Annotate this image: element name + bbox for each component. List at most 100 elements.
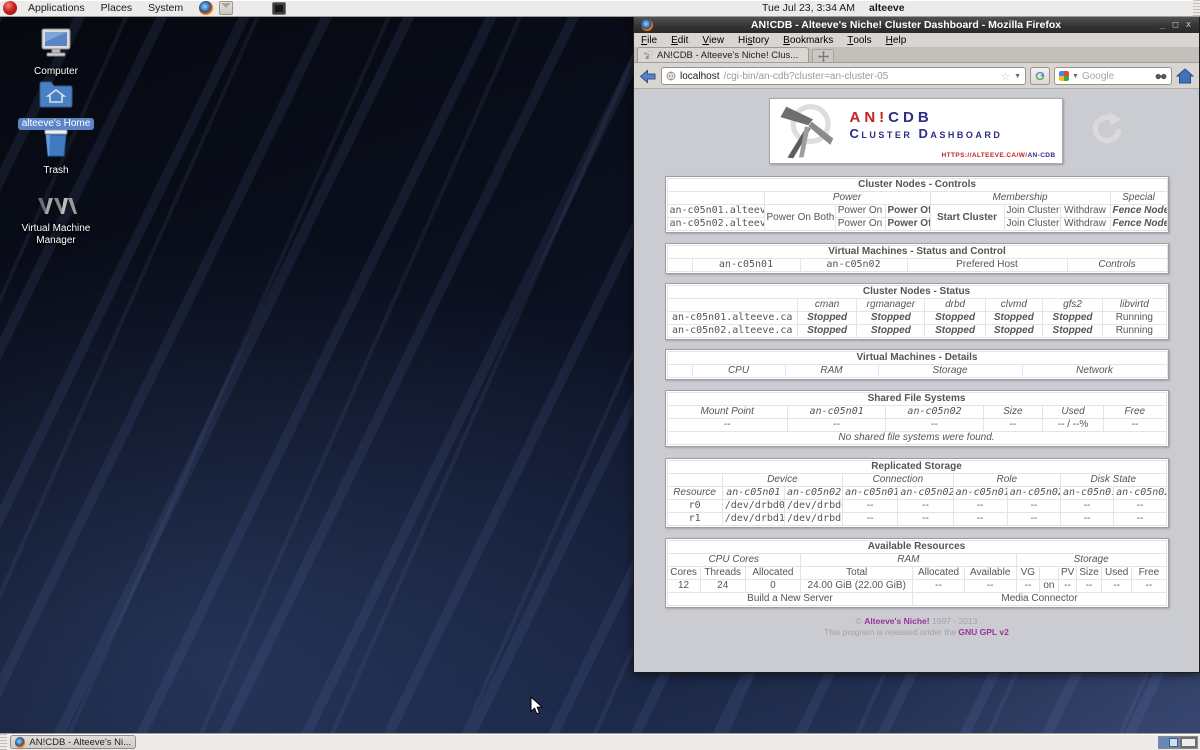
search-input[interactable]: [1082, 71, 1152, 82]
table-cell: 0: [745, 580, 800, 593]
desktop-icon-computer[interactable]: Computer: [10, 28, 102, 78]
table-cell: clvmd: [985, 299, 1042, 312]
mouse-cursor: [530, 696, 544, 716]
table-cell: RAM: [785, 365, 878, 378]
table-cell: -- / --%: [1042, 419, 1103, 432]
home-button[interactable]: [1176, 68, 1194, 84]
fence-node-button[interactable]: Fence Node: [1110, 218, 1167, 231]
table-cell: Running: [1103, 312, 1166, 325]
window-titlebar[interactable]: AN!CDB - Alteeve's Niche! Cluster Dashbo…: [634, 16, 1199, 33]
desktop-icon-home[interactable]: alteeve's Home: [10, 80, 102, 131]
desktop: ApplicationsPlacesSystem Tue Jul 23, 3:3…: [0, 0, 1200, 750]
table-cell: an-c05n01: [843, 487, 898, 500]
panel-user[interactable]: alteeve: [869, 2, 905, 14]
workspace-1[interactable]: [1159, 737, 1179, 748]
refresh-dashboard-button[interactable]: [1089, 110, 1125, 148]
home-folder-icon: [38, 80, 74, 108]
media-connector-button[interactable]: Media Connector: [913, 593, 1166, 606]
withdraw-button[interactable]: Withdraw: [1060, 218, 1110, 231]
tab-title: AN!CDB - Alteeve's Niche! Clus...: [657, 50, 798, 61]
withdraw-button[interactable]: Withdraw: [1060, 205, 1110, 218]
logo-title: AN!CDB: [850, 109, 1003, 126]
taskbar-grip[interactable]: [0, 734, 7, 750]
table-cell: an-c05n02: [898, 487, 953, 500]
table-cell: Free: [1132, 567, 1166, 580]
table-cell: --: [1007, 500, 1060, 513]
table-cell: PV: [1058, 567, 1076, 580]
table-cell: Storage: [878, 365, 1022, 378]
dashboard-logo: AN!CDB Cluster Dashboard HTTPS://ALTEEVE…: [769, 98, 1063, 164]
plus-icon: [818, 51, 829, 62]
desktop-icon-trash[interactable]: Trash: [10, 128, 102, 177]
power-on-button[interactable]: Power On: [835, 205, 885, 218]
vm-status-table: Virtual Machines - Status and Controlan-…: [665, 243, 1169, 274]
tab-bar: AN!CDB - Alteeve's Niche! Clus...: [634, 47, 1199, 63]
reload-button[interactable]: [1030, 67, 1050, 85]
power-off-button[interactable]: Power Off: [885, 205, 930, 218]
power-on-both-button[interactable]: Power On Both: [764, 205, 835, 231]
menu-help[interactable]: Help: [879, 33, 914, 47]
power-off-button[interactable]: Power Off: [885, 218, 930, 231]
table-cell: Replicated Storage: [667, 461, 1166, 474]
maximize-button[interactable]: □: [1169, 20, 1182, 30]
task-button[interactable]: AN!CDB - Alteeve's Ni...: [10, 735, 136, 749]
table-cell: an-c05n01.alteeve.ca: [667, 205, 764, 218]
desktop-icon-vmm[interactable]: Virtual Machine Manager: [10, 196, 102, 246]
table-cell: Resource: [667, 487, 722, 500]
search-box[interactable]: ▼: [1054, 67, 1172, 85]
desktop-icon-label: Computer: [10, 66, 102, 78]
table-cell: Role: [953, 474, 1060, 487]
new-tab-button[interactable]: [812, 49, 834, 62]
terminal-tray-icon[interactable]: [272, 2, 286, 15]
minimize-button[interactable]: _: [1156, 20, 1169, 30]
panel-menu-system[interactable]: System: [140, 0, 191, 16]
table-cell: an-c05n01: [953, 487, 1007, 500]
table-cell: an-c05n01: [787, 406, 885, 419]
footer-license-link[interactable]: GNU GPL v2: [958, 627, 1008, 637]
build-new-server-button[interactable]: Build a New Server: [667, 593, 913, 606]
table-cell: /dev/drbd1: [784, 513, 842, 526]
join-cluster-button[interactable]: Join Cluster: [1004, 205, 1060, 218]
firefox-launcher-icon[interactable]: [199, 1, 213, 15]
footer-brand-link[interactable]: Alteeve's Niche!: [864, 616, 929, 626]
table-cell: Running: [1103, 325, 1166, 338]
url-dropdown-icon[interactable]: ▼: [1014, 73, 1021, 80]
menu-view[interactable]: View: [695, 33, 731, 47]
panel-menu-applications[interactable]: Applications: [20, 0, 93, 16]
table-cell: libvirtd: [1103, 299, 1166, 312]
panel-clock[interactable]: Tue Jul 23, 3:34 AM: [762, 2, 855, 14]
menu-bookmarks[interactable]: Bookmarks: [776, 33, 840, 47]
panel-menu-places[interactable]: Places: [93, 0, 141, 16]
url-field[interactable]: localhost /cgi-bin/an-cdb?cluster=an-clu…: [661, 67, 1026, 85]
close-button[interactable]: x: [1182, 20, 1195, 30]
active-tab[interactable]: AN!CDB - Alteeve's Niche! Clus...: [637, 47, 809, 62]
logo-url: HTTPS://ALTEEVE.CA/W/AN-CDB: [942, 152, 1056, 159]
join-cluster-button[interactable]: Join Cluster: [1004, 218, 1060, 231]
search-dropdown-icon[interactable]: ▼: [1072, 73, 1079, 80]
workspace-2[interactable]: [1179, 737, 1197, 748]
table-cell: Cluster Nodes - Controls: [667, 179, 1167, 192]
menu-history[interactable]: History: [731, 33, 776, 47]
back-button[interactable]: [639, 69, 657, 84]
search-engine-icon[interactable]: [1059, 71, 1069, 81]
table-cell: Virtual Machines - Details: [667, 352, 1167, 365]
menu-edit[interactable]: Edit: [664, 33, 695, 47]
menu-file[interactable]: File: [634, 33, 664, 47]
fence-node-button[interactable]: Fence Node: [1110, 205, 1167, 218]
panel-grip[interactable]: [1193, 0, 1200, 16]
email-launcher-icon[interactable]: [219, 1, 233, 15]
menu-tools[interactable]: Tools: [840, 33, 878, 47]
bookmark-star-icon[interactable]: ☆: [1000, 70, 1010, 83]
distro-logo-icon[interactable]: [3, 1, 17, 15]
footer-years: 1997 - 2013: [932, 616, 977, 626]
replicated-storage-table: Replicated StorageDeviceConnectionRoleDi…: [665, 458, 1169, 528]
power-on-button[interactable]: Power On: [835, 218, 885, 231]
table-cell: --: [1007, 513, 1060, 526]
url-host: localhost: [680, 71, 719, 82]
table-cell: an-c05n02.alteeve.ca: [667, 218, 764, 231]
table-cell: Virtual Machines - Status and Control: [667, 246, 1167, 259]
table-cell: /dev/drbd0: [784, 500, 842, 513]
cluster-controls-table: Cluster Nodes - ControlsPowerMembershipS…: [665, 176, 1169, 233]
table-cell: --: [898, 513, 953, 526]
start-cluster-button[interactable]: Start Cluster: [930, 205, 1004, 231]
